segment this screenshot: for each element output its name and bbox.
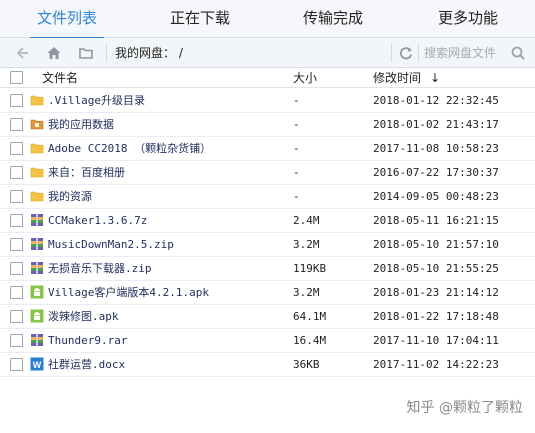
row-checkbox[interactable] [10, 214, 23, 227]
file-name[interactable]: 我的资源 [48, 185, 92, 209]
row-checkbox[interactable] [10, 358, 23, 371]
row-checkbox[interactable] [10, 286, 23, 299]
svg-text:W: W [33, 360, 42, 370]
file-modified-time: 2014-09-05 00:48:23 [373, 190, 499, 203]
file-modified-time: 2017-11-02 14:22:23 [373, 358, 499, 371]
file-row[interactable]: MusicDownMan2.5.zip 3.2M 2018-05-10 21:57:… [0, 233, 535, 257]
select-all-checkbox[interactable] [10, 71, 23, 84]
row-checkbox[interactable] [10, 166, 23, 179]
file-name[interactable]: CCMaker1.3.6.7z [48, 209, 147, 233]
file-name[interactable]: 我的应用数据 [48, 113, 114, 137]
search-input[interactable] [424, 42, 508, 64]
file-name[interactable]: .Village升级目录 [48, 89, 145, 113]
file-size: 64.1M [293, 310, 327, 323]
current-path: 我的网盘： / [115, 46, 183, 60]
file-name[interactable]: 泼辣修图.apk [48, 305, 119, 329]
row-checkbox[interactable] [10, 118, 23, 131]
file-row[interactable]: Adobe CC2018 （颗粒杂货铺） - 2017-11-08 10:58:23 [0, 137, 535, 161]
file-size: 36KB [293, 358, 320, 371]
file-row[interactable]: 我的应用数据 - 2018-01-02 21:43:17 [0, 113, 535, 137]
file-modified-time: 2018-01-23 21:14:12 [373, 286, 499, 299]
file-modified-time: 2018-05-10 21:57:10 [373, 238, 499, 251]
file-modified-time: 2018-01-12 22:32:45 [373, 94, 499, 107]
tab-file-list[interactable]: 文件列表 [30, 0, 104, 39]
file-modified-time: 2017-11-08 10:58:23 [373, 142, 499, 155]
tab-downloading[interactable]: 正在下载 [163, 0, 237, 38]
file-size: - [293, 166, 300, 179]
row-checkbox[interactable] [10, 334, 23, 347]
folder-icon [30, 189, 44, 203]
file-modified-time: 2018-01-22 17:18:48 [373, 310, 499, 323]
file-row[interactable]: .Village升级目录 - 2018-01-12 22:32:45 [0, 89, 535, 113]
folder-icon [30, 165, 44, 179]
archive-icon [30, 333, 44, 347]
file-name[interactable]: MusicDownMan2.5.zip [48, 233, 174, 257]
file-name[interactable]: 无损音乐下载器.zip [48, 257, 152, 281]
android-icon [30, 285, 44, 299]
file-size: 119KB [293, 262, 327, 275]
archive-icon [30, 213, 44, 227]
toolbar-divider [391, 44, 392, 62]
file-size: 16.4M [293, 334, 327, 347]
watermark: 知乎 @颗粒了颗粒 [406, 400, 523, 416]
file-size: 3.2M [293, 286, 320, 299]
tab-bar: 文件列表 正在下载 传输完成 更多功能 [0, 0, 535, 39]
file-name[interactable]: 社群运营.docx [48, 353, 125, 377]
word-doc-icon: W [30, 357, 44, 371]
file-name[interactable]: Thunder9.rar [48, 329, 127, 353]
tab-more-functions[interactable]: 更多功能 [431, 0, 505, 38]
row-checkbox[interactable] [10, 238, 23, 251]
file-row[interactable]: 无损音乐下载器.zip 119KB 2018-05-10 21:55:25 [0, 257, 535, 281]
toolbar-divider [106, 44, 107, 62]
file-name[interactable]: Village客户端版本4.2.1.apk [48, 281, 209, 305]
column-header-modified-time[interactable]: 修改时间 [373, 68, 421, 88]
back-arrow-icon[interactable] [12, 43, 32, 63]
folder-icon [30, 93, 44, 107]
file-size: - [293, 94, 300, 107]
file-row[interactable]: 泼辣修图.apk 64.1M 2018-01-22 17:18:48 [0, 305, 535, 329]
file-row[interactable]: Thunder9.rar 16.4M 2017-11-10 17:04:11 [0, 329, 535, 353]
row-checkbox[interactable] [10, 142, 23, 155]
column-header-size[interactable]: 大小 [293, 68, 317, 88]
file-modified-time: 2017-11-10 17:04:11 [373, 334, 499, 347]
column-header-name[interactable]: 文件名 [42, 68, 78, 88]
search-icon[interactable] [508, 43, 528, 63]
folder-outline-icon[interactable] [76, 43, 96, 63]
file-modified-time: 2018-05-10 21:55:25 [373, 262, 499, 275]
row-checkbox[interactable] [10, 190, 23, 203]
file-row[interactable]: 来自：百度相册 - 2016-07-22 17:30:37 [0, 161, 535, 185]
row-checkbox[interactable] [10, 262, 23, 275]
file-size: - [293, 118, 300, 131]
file-size: - [293, 142, 300, 155]
file-modified-time: 2018-01-02 21:43:17 [373, 118, 499, 131]
file-name[interactable]: 来自：百度相册 [48, 161, 125, 185]
file-row[interactable]: CCMaker1.3.6.7z 2.4M 2018-05-11 16:21:15 [0, 209, 535, 233]
file-row[interactable]: Village客户端版本4.2.1.apk 3.2M 2018-01-23 21:1… [0, 281, 535, 305]
row-checkbox[interactable] [10, 94, 23, 107]
file-size: - [293, 190, 300, 203]
refresh-icon[interactable] [396, 43, 416, 63]
sort-descending-icon[interactable]: ↓ [430, 68, 440, 88]
folder-icon [30, 141, 44, 155]
archive-icon [30, 261, 44, 275]
file-list-header: 文件名 大小 修改时间 ↓ [0, 68, 535, 88]
file-row[interactable]: 我的资源 - 2014-09-05 00:48:23 [0, 185, 535, 209]
file-name[interactable]: Adobe CC2018 （颗粒杂货铺） [48, 137, 211, 161]
app-folder-icon [30, 117, 44, 131]
file-list: .Village升级目录 - 2018-01-12 22:32:45 我的应用数据 - 2… [0, 89, 535, 377]
home-icon[interactable] [44, 43, 64, 63]
file-row[interactable]: W 社群运营.docx 36KB 2017-11-02 14:22:23 [0, 353, 535, 377]
file-modified-time: 2016-07-22 17:30:37 [373, 166, 499, 179]
tab-transfer-complete[interactable]: 传输完成 [296, 0, 370, 38]
toolbar-divider [418, 44, 419, 62]
file-size: 3.2M [293, 238, 320, 251]
file-size: 2.4M [293, 214, 320, 227]
file-modified-time: 2018-05-11 16:21:15 [373, 214, 499, 227]
android-icon [30, 309, 44, 323]
archive-icon [30, 237, 44, 251]
toolbar: 我的网盘： / [0, 38, 535, 68]
row-checkbox[interactable] [10, 310, 23, 323]
